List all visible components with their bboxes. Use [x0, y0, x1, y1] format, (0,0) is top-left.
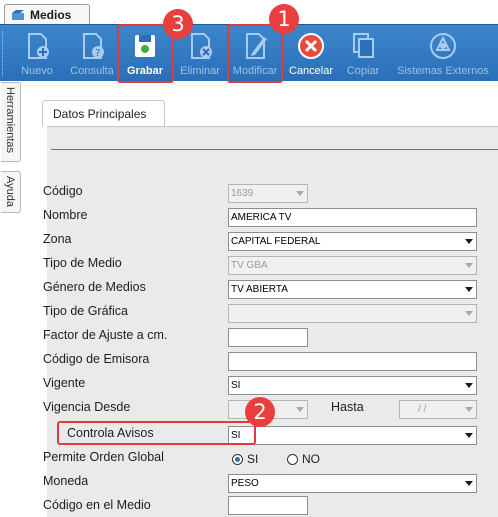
copiar-label: Copiar	[346, 65, 380, 77]
external-systems-icon	[430, 33, 456, 59]
controla-avisos-highlight	[57, 421, 256, 445]
codigo-emisora-input[interactable]	[228, 352, 477, 371]
tipo-grafica-select[interactable]	[228, 304, 477, 323]
genero-medios-select[interactable]: TV ABIERTA	[228, 280, 477, 299]
herramientas-tab[interactable]: Herramientas	[1, 82, 21, 162]
nombre-value: AMERICA TV	[231, 212, 292, 223]
copy-icon	[353, 33, 374, 58]
codigo-select[interactable]: 1639	[228, 184, 308, 203]
eliminar-label: Eliminar	[180, 65, 220, 77]
zona-label: Zona	[43, 232, 72, 246]
document-tab-strip: Medios	[0, 0, 498, 25]
chevron-down-icon	[465, 407, 473, 412]
ayuda-label: Ayuda	[4, 176, 16, 207]
tab-label: Medios	[30, 8, 72, 22]
codigo-emisora-label: Código de Emisora	[43, 352, 150, 366]
section-divider	[51, 149, 498, 150]
codigo-medio-label: Código en el Medio	[43, 498, 151, 512]
callout-badge-1: 1	[269, 4, 299, 34]
toolbar-grip[interactable]	[2, 31, 5, 77]
modificar-highlight	[227, 24, 283, 83]
orden-global-si-label: SI	[247, 452, 259, 466]
codigo-value: 1639	[231, 188, 254, 199]
vigente-value: SI	[231, 380, 241, 391]
callout-badge-3: 3	[163, 9, 193, 39]
side-panel-tabs: Herramientas Ayuda	[0, 81, 22, 517]
moneda-value: PESO	[231, 478, 259, 489]
hasta-select[interactable]: / /	[399, 400, 477, 419]
hasta-value: / /	[418, 404, 427, 415]
nombre-label: Nombre	[43, 208, 88, 222]
moneda-select[interactable]: PESO	[228, 474, 477, 493]
chevron-down-icon	[465, 239, 473, 244]
delete-icon	[191, 33, 212, 59]
orden-global-no-label: NO	[302, 452, 320, 466]
permite-orden-global-label: Permite Orden Global	[43, 450, 164, 464]
orden-global-no-radio[interactable]: NO	[287, 452, 320, 466]
radio-unchecked-icon	[287, 453, 298, 465]
nuevo-label: Nuevo	[21, 65, 53, 77]
sistemas-externos-label: Sistemas Externos	[397, 65, 489, 77]
consulta-label: Consulta	[70, 65, 114, 77]
sistemas-externos-button[interactable]: Sistemas Externos	[395, 25, 491, 82]
nuevo-button[interactable]: Nuevo	[12, 25, 62, 82]
codigo-medio-input[interactable]	[228, 496, 308, 515]
tab-medios[interactable]: Medios	[4, 4, 90, 25]
query-document-icon: ?	[83, 33, 104, 59]
tipo-medio-value: TV GBA	[231, 260, 268, 271]
chevron-down-icon	[465, 263, 473, 268]
consulta-button[interactable]: ? Consulta	[66, 25, 118, 82]
chevron-down-icon	[296, 407, 304, 412]
chevron-down-icon	[465, 433, 473, 438]
chevron-down-icon	[465, 287, 473, 292]
tab-folder-icon	[12, 10, 24, 20]
zona-select[interactable]: CAPITAL FEDERAL	[228, 232, 477, 251]
genero-medios-label: Género de Medios	[43, 280, 146, 294]
nombre-input[interactable]: AMERICA TV	[228, 208, 477, 227]
zona-value: CAPITAL FEDERAL	[231, 236, 321, 247]
datos-principales-label: Datos Principales	[53, 107, 147, 121]
copiar-button[interactable]: Copiar	[342, 25, 384, 82]
tipo-grafica-label: Tipo de Gráfica	[43, 304, 128, 318]
cancelar-label: Cancelar	[288, 65, 334, 77]
hasta-label: Hasta	[331, 400, 364, 414]
genero-medios-value: TV ABIERTA	[231, 284, 288, 295]
tab-datos-principales[interactable]: Datos Principales	[42, 100, 165, 127]
vigente-select[interactable]: SI	[228, 376, 477, 395]
cancel-icon	[298, 33, 324, 59]
tipo-medio-label: Tipo de Medio	[43, 256, 122, 270]
cancelar-button[interactable]: Cancelar	[287, 25, 335, 82]
vigencia-desde-label: Vigencia Desde	[43, 400, 131, 414]
app-window: Medios Nuevo ? Consulta Grabar Eliminar …	[0, 0, 498, 517]
factor-ajuste-input[interactable]	[228, 328, 308, 347]
chevron-down-icon	[465, 311, 473, 316]
factor-ajuste-label: Factor de Ajuste a cm.	[43, 328, 168, 342]
vigente-label: Vigente	[43, 376, 86, 390]
callout-badge-2: 2	[245, 397, 275, 427]
chevron-down-icon	[465, 481, 473, 486]
orden-global-si-radio[interactable]: SI	[232, 452, 258, 466]
tipo-medio-select[interactable]: TV GBA	[228, 256, 477, 275]
new-document-icon	[28, 33, 49, 59]
chevron-down-icon	[465, 383, 473, 388]
radio-checked-icon	[232, 453, 243, 465]
chevron-down-icon	[296, 191, 304, 196]
codigo-label: Código	[43, 184, 83, 198]
moneda-label: Moneda	[43, 474, 89, 488]
herramientas-label: Herramientas	[4, 87, 16, 154]
svg-text:?: ?	[95, 48, 100, 59]
ayuda-tab[interactable]: Ayuda	[1, 171, 21, 213]
controla-avisos-select[interactable]: SI	[228, 426, 477, 445]
